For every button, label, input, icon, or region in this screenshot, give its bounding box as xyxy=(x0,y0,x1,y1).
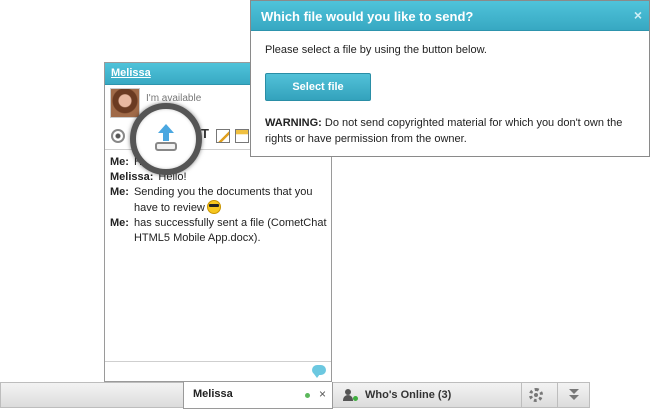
chat-tab-label: Melissa xyxy=(193,388,233,400)
chevron-down-icon xyxy=(569,389,579,394)
message-sender: Me: xyxy=(110,217,129,229)
bottom-bar: Melissa × Who's Online (3) xyxy=(0,382,590,409)
webcam-icon[interactable] xyxy=(111,129,125,143)
copyright-warning: WARNING: Do not send copyrighted materia… xyxy=(265,115,635,147)
upload-tray-icon xyxy=(155,142,177,151)
message-sender: Melissa: xyxy=(110,171,154,183)
whiteboard-icon[interactable] xyxy=(216,129,230,143)
online-status-icon xyxy=(305,393,310,398)
chevron-down-icon xyxy=(569,395,579,400)
dialog-header: Which file would you like to send? × xyxy=(251,1,649,31)
message: Me: has successfully sent a file (CometC… xyxy=(110,216,328,246)
warning-label: WARNING: xyxy=(265,117,322,129)
message-body: Sending you the documents that you have … xyxy=(134,185,328,216)
documents-icon[interactable] xyxy=(235,129,249,143)
message: Melissa: Hello! xyxy=(110,170,328,185)
text-style-icon[interactable]: T xyxy=(201,126,215,141)
chat-input-area[interactable] xyxy=(105,361,331,381)
online-dot-icon xyxy=(353,396,358,401)
dialog-title: Which file would you like to send? xyxy=(261,9,474,24)
divider xyxy=(557,383,558,407)
close-icon[interactable]: × xyxy=(634,7,642,23)
magnifier-highlight xyxy=(130,103,202,175)
message-list: Me: Hi Melissa: Hello! Me: Sending you t… xyxy=(110,155,328,246)
close-tab-icon[interactable]: × xyxy=(319,387,326,401)
status-message: I'm available xyxy=(146,93,202,104)
message-text: has successfully sent a file (CometChat … xyxy=(133,217,327,244)
file-transfer-icon[interactable] xyxy=(153,124,179,154)
dialog-instructions: Please select a file by using the button… xyxy=(265,44,487,56)
gear-icon[interactable] xyxy=(529,388,543,402)
message: Me: Sending you the documents that you h… xyxy=(110,185,328,216)
divider xyxy=(521,383,522,407)
select-file-button[interactable]: Select file xyxy=(265,73,371,101)
cool-sunglasses-emoticon-icon xyxy=(206,200,221,214)
people-icon xyxy=(343,389,353,401)
chat-title[interactable]: Melissa xyxy=(111,67,151,79)
message-sender: Me: xyxy=(110,186,129,198)
file-send-dialog: Which file would you like to send? × Ple… xyxy=(250,0,650,157)
whos-online-label: Who's Online (3) xyxy=(365,389,452,401)
upload-arrow-stem xyxy=(163,132,169,141)
chat-bubble-icon xyxy=(312,365,326,378)
whos-online-button[interactable]: Who's Online (3) xyxy=(343,383,523,407)
message-text: Sending you the documents that you have … xyxy=(133,186,313,214)
avatar xyxy=(110,88,140,118)
collapse-icon[interactable] xyxy=(567,388,581,402)
chat-tab-melissa[interactable]: Melissa × xyxy=(183,382,333,409)
message-sender: Me: xyxy=(110,156,129,168)
